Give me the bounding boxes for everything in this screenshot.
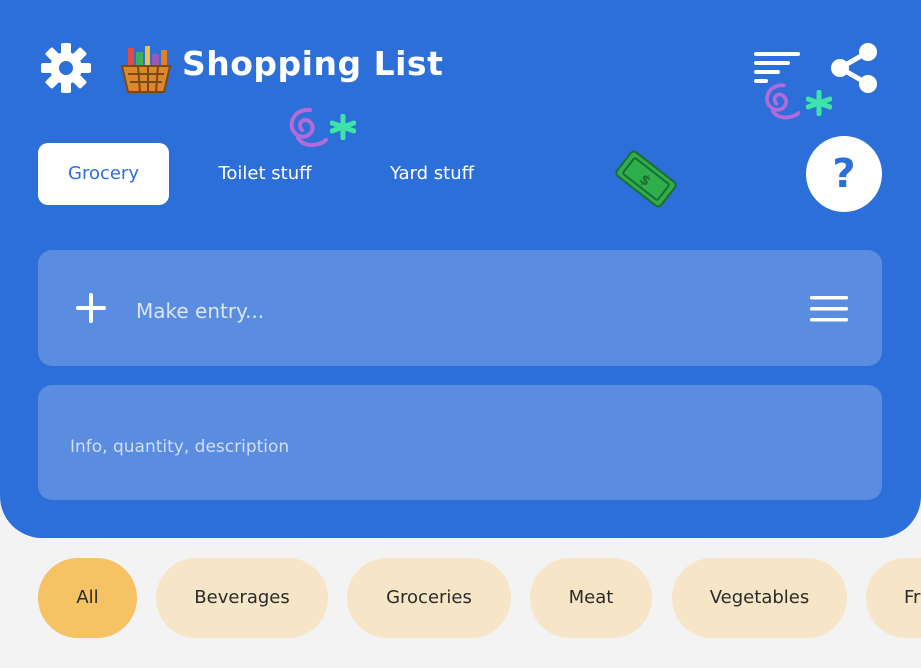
info-input[interactable]	[68, 430, 772, 464]
gear-icon[interactable]	[40, 42, 92, 94]
tab-toilet-stuff[interactable]: Toilet stuff	[204, 143, 326, 205]
category-chip-vegetables[interactable]: Vegetables	[672, 558, 847, 638]
entry-input[interactable]	[134, 290, 738, 332]
category-chip-all[interactable]: All	[38, 558, 137, 638]
tab-yard-stuff[interactable]: Yard stuff	[376, 143, 488, 205]
sparkle-icon	[330, 114, 356, 140]
share-icon[interactable]	[830, 42, 878, 94]
plus-icon[interactable]	[74, 291, 108, 325]
help-button[interactable]: ?	[806, 136, 882, 212]
page-title: Shopping List	[182, 44, 444, 83]
tab-grocery[interactable]: Grocery	[38, 143, 169, 205]
hamburger-icon[interactable]	[810, 294, 850, 324]
money-icon: $	[615, 150, 677, 208]
category-chip-fruits[interactable]: Fr	[866, 558, 921, 638]
basket-icon	[120, 46, 172, 93]
category-chip-groceries[interactable]: Groceries	[347, 558, 511, 638]
category-chip-beverages[interactable]: Beverages	[156, 558, 328, 638]
category-chip-meat[interactable]: Meat	[530, 558, 652, 638]
swirl-icon	[765, 83, 801, 120]
sparkle-icon	[806, 90, 832, 116]
